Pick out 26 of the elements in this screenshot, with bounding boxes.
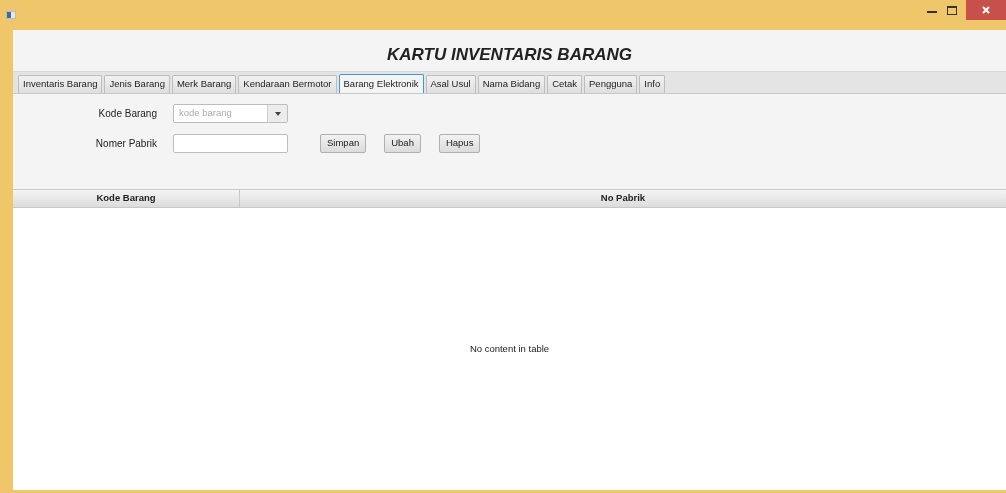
tab[interactable]: Pengguna [584, 75, 638, 93]
column-header[interactable]: Kode Barang [13, 190, 240, 207]
app-icon [6, 11, 16, 19]
action-button[interactable]: Hapus [438, 134, 481, 153]
action-button[interactable]: Ubah [384, 134, 421, 153]
close-icon [982, 6, 990, 14]
tab[interactable]: Jenis Barang [104, 75, 170, 93]
tab[interactable]: Info [639, 75, 666, 93]
dropdown-caret-icon [274, 111, 281, 116]
tab[interactable]: Nama Bidang [477, 75, 546, 93]
empty-table-message: No content in table [469, 341, 550, 356]
tab[interactable]: Asal Usul [425, 75, 476, 93]
field-label: Kode Barang [97, 107, 158, 121]
minimize-icon[interactable] [927, 11, 937, 14]
column-header[interactable]: No Pabrik [240, 190, 1006, 207]
field-label: Nomer Pabrik [94, 137, 158, 151]
maximize-icon[interactable] [947, 6, 957, 15]
close-button[interactable] [966, 0, 1006, 20]
tab[interactable]: Barang Elektronik [338, 74, 424, 93]
tab[interactable]: Inventaris Barang [18, 75, 103, 93]
tab[interactable]: Cetak [547, 75, 582, 93]
action-button[interactable]: Simpan [320, 134, 367, 153]
window-title: KARTU INVENTARIS BARANG [386, 44, 633, 66]
input-field[interactable] [173, 134, 288, 153]
tab[interactable]: Merk Barang [171, 75, 237, 93]
tab[interactable]: Kendaraan Bermotor [238, 75, 337, 93]
